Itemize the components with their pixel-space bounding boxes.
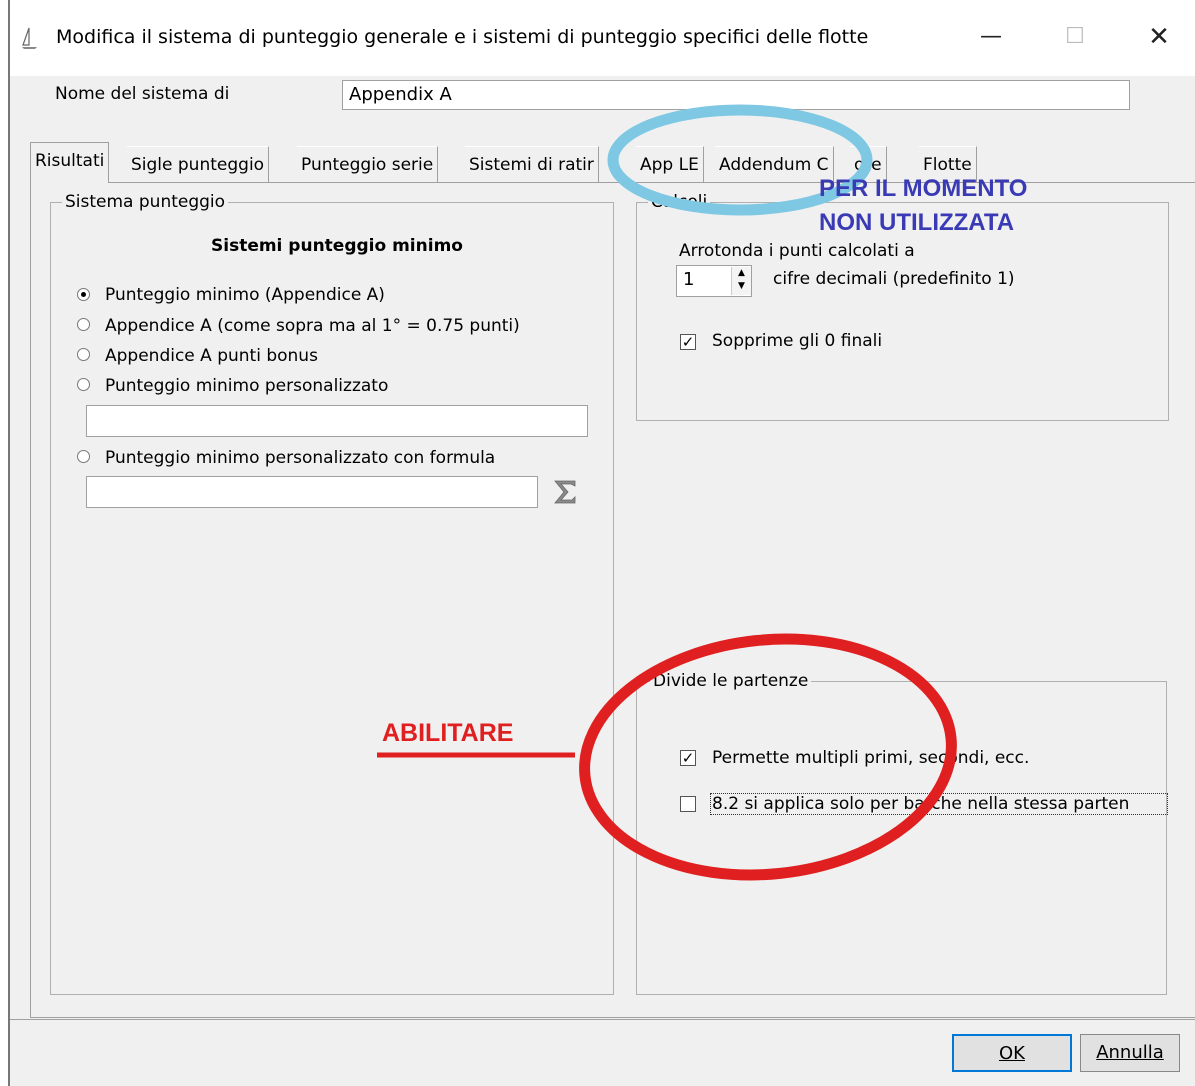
system-name-label: Nome del sistema di (55, 84, 230, 104)
cancel-button[interactable]: Annulla (1080, 1034, 1180, 1072)
decimals-suffix-label: cifre decimali (predefinito 1) (773, 269, 1015, 289)
tab-punteggio-serie[interactable]: Punteggio serie (297, 146, 439, 183)
suppress-zeros-checkbox[interactable]: ✓ (680, 334, 696, 350)
ok-button[interactable]: OK (952, 1034, 1072, 1072)
multiple-places-checkbox[interactable]: ✓ (680, 750, 696, 766)
tab-label: App LE (640, 155, 699, 175)
split-starts-group (636, 681, 1167, 995)
rule-82-label: 8.2 si applica solo per barche nella ste… (710, 793, 1168, 815)
custom-minimum-input[interactable] (86, 405, 588, 437)
radio-custom-minimum[interactable] (77, 378, 90, 391)
tab-label: Punteggio serie (301, 155, 434, 175)
tab-label: Addendum C (719, 155, 829, 175)
multiple-places-label: Permette multipli primi, secondi, ecc. (712, 748, 1030, 768)
red-note: ABILITARE (382, 719, 514, 747)
radio-appendix-a-bonus[interactable] (77, 348, 90, 361)
formula-input[interactable] (86, 476, 538, 508)
window-title: Modifica il sistema di punteggio general… (56, 26, 869, 48)
calculations-legend: Calcoli (648, 192, 711, 212)
option-label: Appendice A punti bonus (105, 346, 318, 366)
tab-risultati[interactable]: Risultati (30, 142, 110, 183)
ok-label: OK (999, 1043, 1025, 1064)
split-starts-legend: Divide le partenze (650, 671, 812, 691)
tab-label: Sigle punteggio (131, 155, 265, 175)
option-label: Punteggio minimo personalizzato con form… (105, 448, 496, 468)
spin-down-icon[interactable]: ▼ (732, 280, 751, 293)
radio-minimum-appendix-a[interactable] (77, 288, 90, 301)
decimals-value: 1 (683, 269, 695, 290)
minimize-button[interactable]: — (968, 16, 1014, 58)
tab-sistemi-rating[interactable]: Sistemi di ratir (465, 146, 599, 183)
tab-addendum-c[interactable]: Addendum C (715, 146, 834, 183)
tab-sigle-punteggio[interactable]: Sigle punteggio (127, 146, 270, 183)
radio-appendix-a-075[interactable] (77, 318, 90, 331)
round-points-label: Arrotonda i punti calcolati a (679, 241, 915, 261)
tab-label: Sistemi di ratir (469, 155, 594, 175)
tab-label: Flotte (923, 155, 972, 175)
option-label: Appendice A (come sopra ma al 1° = 0.75 … (105, 316, 520, 336)
spin-up-icon[interactable]: ▲ (732, 267, 751, 280)
sailboat-icon (22, 27, 37, 49)
divider (10, 1019, 1195, 1020)
tab-app-le[interactable]: App LE (636, 146, 704, 183)
tab-label: Risultati (35, 151, 105, 171)
scoring-system-legend: Sistema punteggio (62, 192, 229, 212)
blue-note-line1: PER IL MOMENTO (819, 175, 1028, 202)
rule-82-checkbox[interactable] (680, 796, 696, 812)
maximize-button[interactable]: ☐ (1052, 16, 1098, 58)
option-label: Punteggio minimo personalizzato (105, 376, 389, 396)
suppress-zeros-label: Sopprime gli 0 finali (712, 331, 883, 351)
spinner-arrows[interactable]: ▲ ▼ (731, 267, 751, 295)
cancel-label: Annulla (1096, 1042, 1164, 1063)
tab-label: ote (854, 155, 882, 175)
radio-custom-formula[interactable] (77, 450, 90, 463)
blue-note-line2: NON UTILIZZATA (819, 209, 1015, 236)
sigma-icon[interactable] (551, 478, 579, 506)
close-button[interactable]: ✕ (1136, 16, 1182, 58)
option-label: Punteggio minimo (Appendice A) (105, 285, 385, 305)
system-name-input[interactable]: Appendix A (342, 80, 1130, 110)
minimum-scoring-heading: Sistemi punteggio minimo (211, 236, 463, 256)
